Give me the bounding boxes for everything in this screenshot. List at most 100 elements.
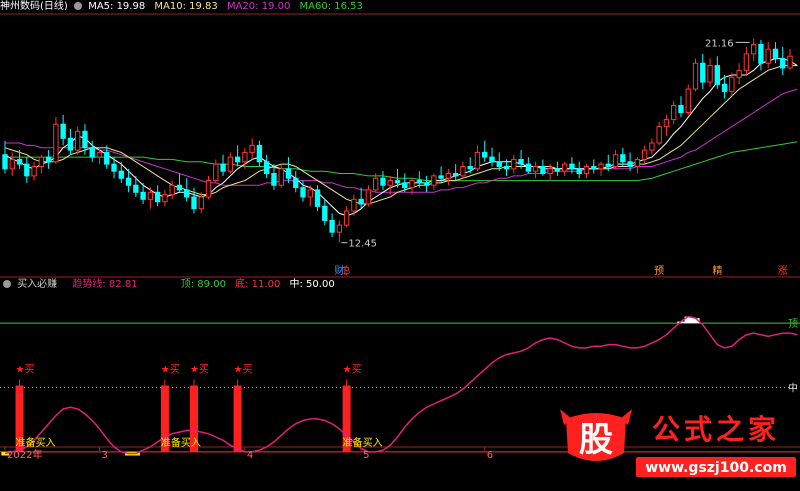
candle-body — [2, 154, 8, 170]
candle-body — [540, 165, 546, 175]
candle-body — [445, 173, 452, 179]
candle-body — [336, 224, 343, 233]
candle-body — [373, 177, 379, 191]
candle-body — [227, 156, 234, 172]
candle-body — [351, 198, 357, 212]
candle-body — [729, 76, 735, 92]
sub-panel-header: 买入必赚 趋势线: 82.81 顶: 89.00 底: 11.00 中: 50.… — [0, 279, 335, 291]
candle-body — [169, 184, 175, 196]
candle-body — [496, 161, 502, 167]
candle-body — [561, 163, 568, 172]
buy-signal-bar — [233, 385, 242, 452]
ma-line-ma10 — [4, 65, 798, 205]
candle-body — [641, 149, 648, 160]
candle-body — [634, 158, 641, 167]
buy-signal-label: ★买 — [16, 364, 35, 376]
candle-body — [104, 151, 110, 165]
candle-body — [213, 163, 219, 182]
candle-body — [198, 196, 204, 210]
candle-body — [518, 158, 524, 165]
candle-body — [263, 161, 270, 175]
x-axis-label: 4 — [247, 450, 253, 461]
candle-body — [365, 189, 372, 205]
candle-body — [692, 62, 699, 90]
candle-body — [460, 165, 466, 177]
candle-body — [394, 180, 401, 184]
candle-body — [387, 180, 393, 186]
main-panel-title: 神州数码(日线) — [0, 1, 68, 12]
buy-signal-label: ★买 — [190, 364, 209, 376]
candle-body — [176, 184, 183, 191]
candle-body — [758, 43, 764, 64]
candle-body — [322, 205, 328, 221]
candle-body — [736, 69, 742, 78]
candle-body — [598, 163, 604, 170]
candle-body — [358, 198, 364, 205]
candle-body — [111, 163, 117, 172]
settings-dot-icon[interactable] — [3, 280, 11, 288]
candle-body — [242, 151, 248, 163]
buy-signal-label: ★买 — [234, 364, 253, 376]
low-price-label: 12.45 — [348, 239, 377, 250]
candle-body — [467, 165, 473, 170]
x-axis-label: 2022年 — [7, 448, 42, 461]
candle-body — [89, 147, 95, 158]
prepare-buy-label: 准备买入 — [16, 436, 56, 449]
candle-body — [24, 163, 30, 177]
bottom-label: 底: 11.00 — [235, 279, 281, 290]
candle-body — [780, 58, 786, 69]
candle-body — [9, 158, 15, 170]
x-axis-label: 5 — [363, 450, 369, 461]
candle-body — [82, 130, 88, 149]
candle-body — [423, 182, 430, 186]
candle-body — [67, 137, 74, 151]
candle-body — [583, 165, 590, 175]
candle-body — [605, 163, 611, 167]
candle-body — [380, 177, 386, 186]
x-axis-label: 6 — [487, 450, 493, 461]
candle-body — [431, 175, 437, 186]
candle-body — [685, 88, 691, 114]
candle-body — [547, 168, 553, 175]
settings-dot-icon[interactable] — [74, 2, 82, 10]
candle-body — [329, 219, 335, 233]
event-marker: 预 — [654, 265, 664, 277]
sub-panel-title: 买入必赚 — [17, 279, 58, 290]
candle-body — [772, 48, 779, 60]
event-marker: ₿ — [343, 265, 350, 277]
candle-body — [765, 48, 771, 64]
candle-body — [474, 151, 481, 170]
candle-body — [511, 158, 517, 170]
candle-body — [343, 210, 350, 226]
candle-body — [721, 83, 728, 92]
prepare-buy-label: 准备买入 — [343, 436, 383, 449]
candle-body — [16, 158, 23, 165]
candle-body — [75, 130, 81, 151]
candle-body — [249, 144, 255, 153]
watermark-url: www.gszj100.com — [645, 460, 787, 476]
high-price-label: 21.16 — [705, 38, 734, 49]
candle-body — [147, 191, 154, 200]
prepare-buy-label: 准备买入 — [161, 436, 201, 449]
buy-signal-label: ★买 — [161, 364, 180, 376]
candle-body — [285, 168, 292, 179]
candle-body — [133, 184, 139, 193]
buy-signal-label: ★买 — [343, 364, 362, 376]
candle-body — [554, 168, 561, 172]
candle-body — [663, 119, 670, 128]
candle-body — [569, 163, 575, 170]
candle-body — [31, 165, 37, 177]
candle-body — [220, 163, 226, 172]
top-marker: 顶 — [788, 318, 798, 330]
candle-body — [402, 182, 408, 189]
candle-body — [191, 196, 197, 210]
watermark-text: 公式之家 — [652, 413, 780, 446]
candle-body — [649, 142, 655, 151]
candle-body — [700, 62, 706, 83]
candle-body — [707, 65, 713, 83]
candle-body — [140, 191, 146, 200]
candle-body — [278, 168, 284, 186]
x-axis-label: 3 — [101, 450, 107, 461]
candle-body — [118, 170, 124, 179]
candle-body — [271, 173, 277, 186]
